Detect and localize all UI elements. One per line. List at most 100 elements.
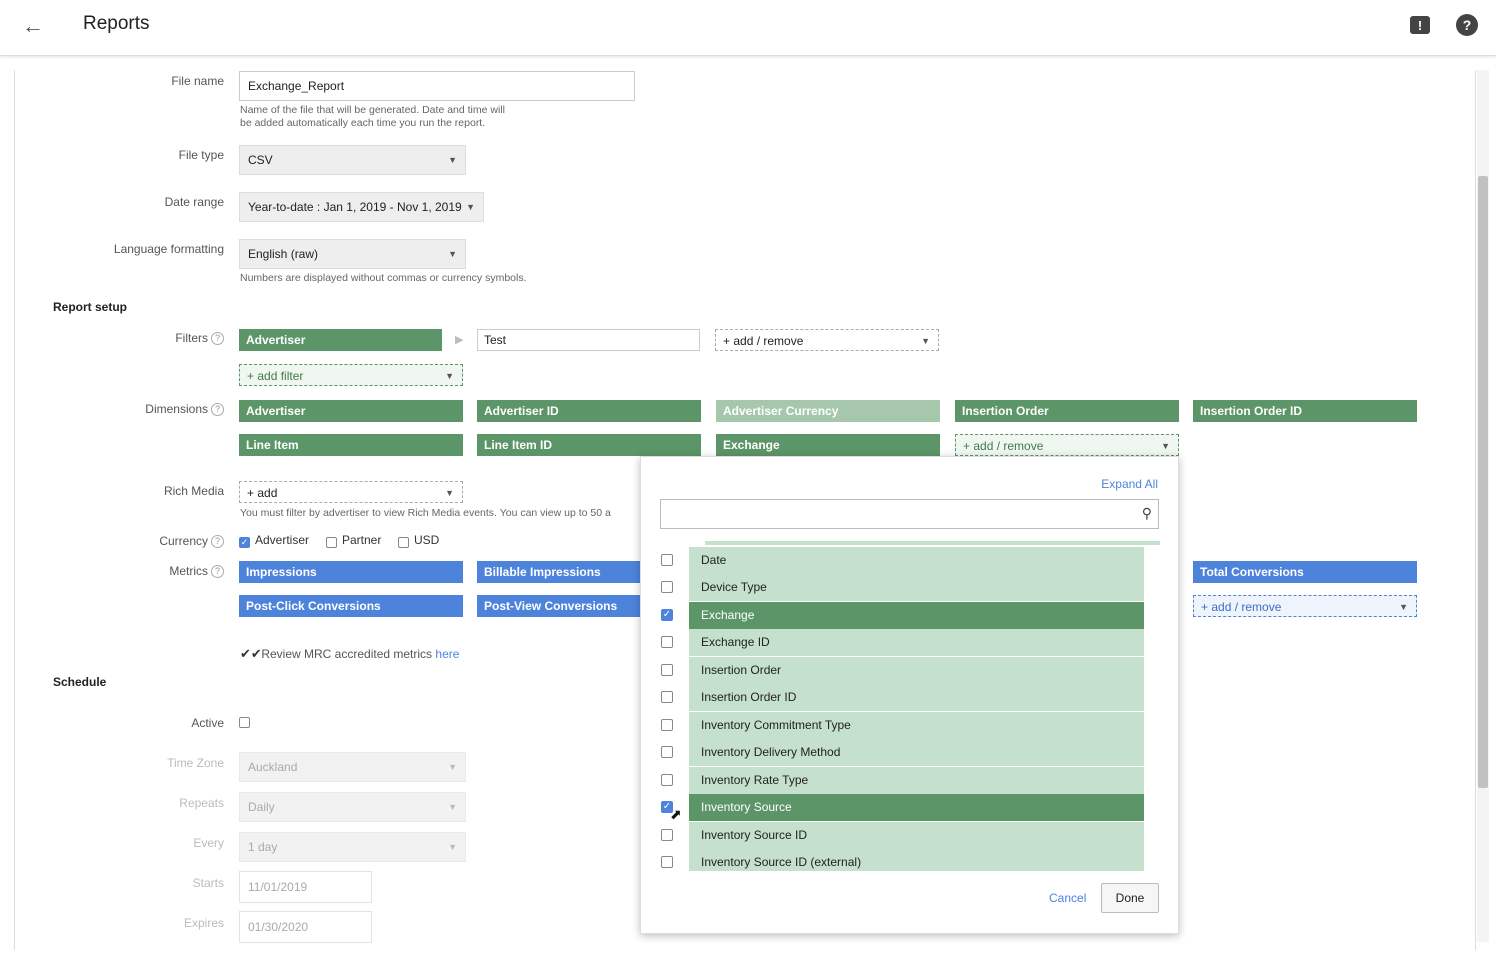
list-item[interactable]: Exchange ID bbox=[657, 629, 1145, 656]
metric-chip[interactable]: Post-Click Conversions bbox=[239, 595, 463, 617]
question-icon[interactable]: ? bbox=[211, 332, 224, 345]
filter-chip-advertiser[interactable]: Advertiser bbox=[239, 329, 442, 351]
item-label[interactable]: Inventory Source ID bbox=[689, 822, 1144, 849]
dimension-chip[interactable]: Line Item ID bbox=[477, 434, 701, 456]
item-label[interactable]: Insertion Order bbox=[689, 657, 1144, 684]
time-zone-select[interactable]: Auckland ▼ bbox=[239, 752, 466, 782]
feedback-icon[interactable]: ! bbox=[1410, 16, 1430, 34]
dropdown-caret-icon: ▼ bbox=[921, 336, 930, 346]
report-setup-heading: Report setup bbox=[53, 300, 128, 314]
dimension-list[interactable]: Date Device Type ✓ Exchange Exchange ID I… bbox=[657, 541, 1161, 871]
item-checkbox[interactable] bbox=[661, 581, 673, 593]
done-button[interactable]: Done bbox=[1101, 883, 1159, 913]
list-item[interactable]: ✓ Inventory Source bbox=[657, 794, 1145, 821]
dimension-picker-popup: Expand All ⚲ Date Device Type ✓ Exchange … bbox=[640, 456, 1179, 934]
list-item[interactable]: Device Type bbox=[657, 574, 1145, 601]
dimension-chip[interactable]: Insertion Order ID bbox=[1193, 400, 1417, 422]
help-icon[interactable]: ? bbox=[1456, 14, 1478, 36]
filter-add-remove-dropdown[interactable]: + add / remove ▼ bbox=[715, 329, 939, 351]
mrc-here-link[interactable]: here bbox=[435, 647, 459, 661]
list-item[interactable]: Inventory Source ID bbox=[657, 822, 1145, 849]
filters-label: Filters? bbox=[14, 331, 224, 345]
question-icon[interactable]: ? bbox=[211, 535, 224, 548]
every-select[interactable]: 1 day ▼ bbox=[239, 832, 466, 862]
list-item[interactable]: Inventory Rate Type bbox=[657, 767, 1145, 794]
page-title: Reports bbox=[83, 13, 150, 34]
item-checkbox[interactable] bbox=[661, 664, 673, 676]
dropdown-caret-icon: ▼ bbox=[1161, 441, 1170, 451]
item-label[interactable]: Inventory Commitment Type bbox=[689, 712, 1144, 739]
item-label[interactable]: Date bbox=[689, 547, 1144, 574]
item-label[interactable]: Inventory Delivery Method bbox=[689, 739, 1144, 766]
metrics-label: Metrics? bbox=[14, 564, 224, 578]
item-checkbox[interactable] bbox=[661, 829, 673, 841]
file-type-select[interactable]: CSV ▼ bbox=[239, 145, 466, 175]
starts-date-input[interactable]: 11/01/2019 bbox=[239, 871, 372, 903]
metrics-add-remove-dropdown[interactable]: + add / remove ▼ bbox=[1193, 595, 1417, 617]
question-icon[interactable]: ? bbox=[211, 403, 224, 416]
date-range-label: Date range bbox=[164, 195, 224, 209]
list-item[interactable]: ✓ Exchange bbox=[657, 602, 1145, 629]
add-filter-dropdown[interactable]: + add filter ▼ bbox=[239, 364, 463, 386]
dropdown-caret-icon: ▼ bbox=[1399, 602, 1408, 612]
file-name-hint-line1: Name of the file that will be generated.… bbox=[240, 104, 505, 116]
dimension-chip[interactable]: Advertiser Currency bbox=[716, 400, 940, 422]
dimensions-label-text: Dimensions bbox=[145, 402, 208, 416]
time-zone-label: Time Zone bbox=[167, 756, 224, 770]
item-checkbox[interactable] bbox=[661, 774, 673, 786]
date-range-select[interactable]: Year-to-date : Jan 1, 2019 - Nov 1, 2019… bbox=[239, 192, 484, 222]
rich-media-add-dropdown[interactable]: + add ▼ bbox=[239, 481, 463, 503]
list-item[interactable]: Inventory Delivery Method bbox=[657, 739, 1145, 766]
item-checkbox[interactable] bbox=[661, 691, 673, 703]
language-formatting-select[interactable]: English (raw) ▼ bbox=[239, 239, 466, 269]
dimension-chip[interactable]: Advertiser bbox=[239, 400, 463, 422]
repeats-select[interactable]: Daily ▼ bbox=[239, 792, 466, 822]
item-label[interactable]: Insertion Order ID bbox=[689, 684, 1144, 711]
cancel-button[interactable]: Cancel bbox=[1049, 891, 1086, 905]
list-item[interactable]: Insertion Order ID bbox=[657, 684, 1145, 711]
list-item[interactable]: Date bbox=[657, 547, 1145, 574]
metric-chip[interactable]: Total Conversions bbox=[1193, 561, 1417, 583]
dimensions-add-remove-dropdown[interactable]: + add / remove ▼ bbox=[955, 434, 1179, 456]
currency-option-label: Partner bbox=[342, 533, 382, 547]
list-item[interactable]: Insertion Order bbox=[657, 657, 1145, 684]
dimension-chip[interactable]: Advertiser ID bbox=[477, 400, 701, 422]
item-checkbox[interactable] bbox=[661, 856, 673, 868]
item-checkbox[interactable]: ✓ bbox=[661, 609, 673, 621]
page-scrollbar-thumb[interactable] bbox=[1478, 176, 1488, 788]
item-label[interactable]: Inventory Rate Type bbox=[689, 767, 1144, 794]
top-app-bar: ← Reports ! ? bbox=[0, 0, 1496, 56]
item-label[interactable]: Exchange bbox=[689, 602, 1144, 629]
item-label[interactable]: Inventory Source ID (external) bbox=[689, 849, 1144, 871]
currency-partner-checkbox[interactable] bbox=[326, 537, 337, 548]
dimension-search-input[interactable]: ⚲ bbox=[660, 499, 1159, 529]
currency-option-label: Advertiser bbox=[255, 533, 310, 547]
dimension-chip[interactable]: Line Item bbox=[239, 434, 463, 456]
dropdown-caret-icon: ▼ bbox=[448, 249, 457, 259]
currency-advertiser-checkbox[interactable]: ✓ bbox=[239, 537, 250, 548]
file-name-input[interactable]: Exchange_Report bbox=[239, 71, 635, 101]
dimension-chip[interactable]: Exchange bbox=[716, 434, 940, 456]
item-label[interactable]: Exchange ID bbox=[689, 629, 1144, 656]
item-checkbox[interactable] bbox=[661, 746, 673, 758]
active-checkbox[interactable] bbox=[239, 717, 250, 728]
metric-chip[interactable]: Impressions bbox=[239, 561, 463, 583]
filter-add-remove-label: + add / remove bbox=[723, 334, 804, 348]
arrow-left-icon[interactable]: ← bbox=[22, 12, 50, 40]
item-checkbox[interactable] bbox=[661, 554, 673, 566]
item-label[interactable]: Inventory Source bbox=[689, 794, 1144, 821]
item-label[interactable]: Device Type bbox=[689, 574, 1144, 601]
question-icon[interactable]: ? bbox=[211, 565, 224, 578]
item-checkbox[interactable] bbox=[661, 719, 673, 731]
expires-date-input[interactable]: 01/30/2020 bbox=[239, 911, 372, 943]
dropdown-caret-icon: ▼ bbox=[466, 202, 475, 212]
item-checkbox[interactable] bbox=[661, 636, 673, 648]
list-item[interactable]: Inventory Commitment Type bbox=[657, 712, 1145, 739]
mouse-cursor-icon: ⬈ bbox=[670, 806, 682, 822]
filter-value-input[interactable]: Test bbox=[477, 329, 700, 351]
dimension-chip[interactable]: Insertion Order bbox=[955, 400, 1179, 422]
list-item[interactable]: Inventory Source ID (external) bbox=[657, 849, 1145, 871]
expand-all-link[interactable]: Expand All bbox=[1101, 477, 1158, 491]
dropdown-caret-icon: ▼ bbox=[445, 371, 454, 381]
currency-usd-checkbox[interactable] bbox=[398, 537, 409, 548]
